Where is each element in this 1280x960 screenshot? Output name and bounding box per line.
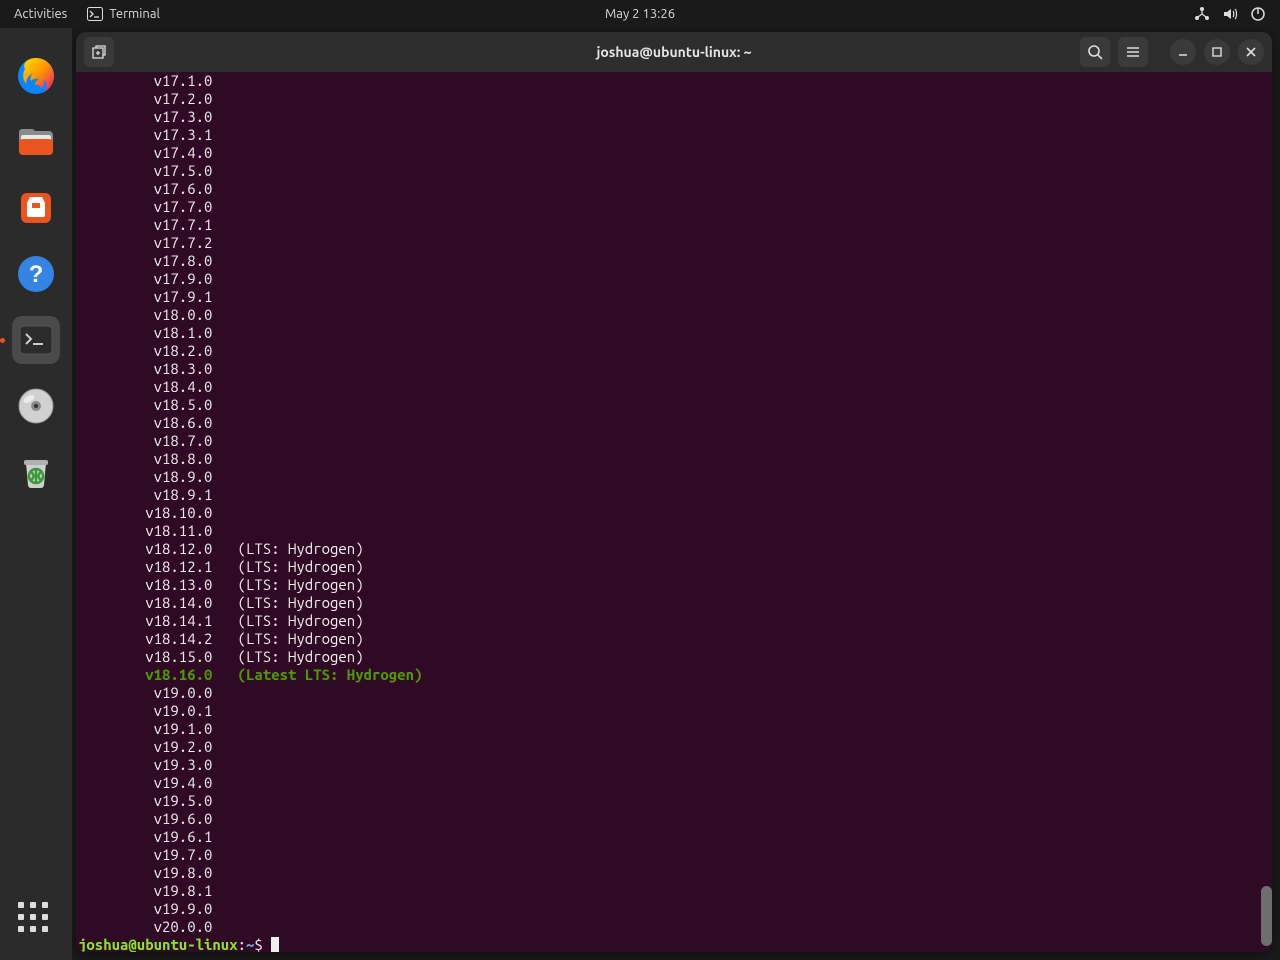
terminal-line: v18.0.0 [78, 306, 1270, 324]
terminal-line: v17.3.1 [78, 126, 1270, 144]
network-icon[interactable] [1194, 6, 1210, 22]
terminal-line: v17.9.0 [78, 270, 1270, 288]
current-app-menu[interactable]: Terminal [87, 6, 160, 22]
terminal-line: v17.3.0 [78, 108, 1270, 126]
terminal-line: v18.14.0 (LTS: Hydrogen) [78, 594, 1270, 612]
terminal-line: v19.6.1 [78, 828, 1270, 846]
terminal-line: v17.7.0 [78, 198, 1270, 216]
dock-terminal[interactable] [12, 316, 60, 364]
terminal-viewport[interactable]: v17.1.0 v17.2.0 v17.3.0 v17.3.1 v17.4.0 … [76, 72, 1272, 952]
terminal-line: v18.14.1 (LTS: Hydrogen) [78, 612, 1270, 630]
search-button[interactable] [1080, 37, 1110, 67]
terminal-line: v18.9.1 [78, 486, 1270, 504]
dock-firefox[interactable] [12, 52, 60, 100]
terminal-line: v18.15.0 (LTS: Hydrogen) [78, 648, 1270, 666]
terminal-line: v17.9.1 [78, 288, 1270, 306]
scrollbar-thumb[interactable] [1261, 886, 1272, 946]
terminal-line: v18.11.0 [78, 522, 1270, 540]
dock-trash[interactable] [12, 448, 60, 496]
terminal-line: v17.4.0 [78, 144, 1270, 162]
dock: ? [0, 28, 72, 960]
window-titlebar: joshua@ubuntu-linux: ~ [76, 32, 1272, 72]
minimize-button[interactable] [1170, 39, 1196, 65]
terminal-line: v19.8.0 [78, 864, 1270, 882]
terminal-line: v18.13.0 (LTS: Hydrogen) [78, 576, 1270, 594]
terminal-line: v17.6.0 [78, 180, 1270, 198]
terminal-line: v19.0.1 [78, 702, 1270, 720]
terminal-line: v17.2.0 [78, 90, 1270, 108]
terminal-line: v19.9.0 [78, 900, 1270, 918]
terminal-line: v20.0.0 [78, 918, 1270, 936]
terminal-line: v18.12.1 (LTS: Hydrogen) [78, 558, 1270, 576]
terminal-line: v18.4.0 [78, 378, 1270, 396]
terminal-line: v17.7.1 [78, 216, 1270, 234]
terminal-line: v18.6.0 [78, 414, 1270, 432]
terminal-scrollbar[interactable] [1260, 72, 1272, 949]
terminal-line: v18.7.0 [78, 432, 1270, 450]
show-applications-button[interactable] [18, 902, 54, 938]
terminal-line: v19.0.0 [78, 684, 1270, 702]
terminal-line: v18.10.0 [78, 504, 1270, 522]
terminal-line: v19.4.0 [78, 774, 1270, 792]
terminal-line: v19.6.0 [78, 810, 1270, 828]
activities-button[interactable]: Activities [14, 7, 67, 21]
top-panel: Activities Terminal May 2 13:26 [0, 0, 1280, 28]
terminal-prompt[interactable]: joshua@ubuntu-linux:~$ [78, 936, 1270, 952]
terminal-line: v19.1.0 [78, 720, 1270, 738]
terminal-line: v19.5.0 [78, 792, 1270, 810]
terminal-line: v17.7.2 [78, 234, 1270, 252]
maximize-button[interactable] [1204, 39, 1230, 65]
dock-disc[interactable] [12, 382, 60, 430]
terminal-indicator-icon [87, 6, 103, 22]
terminal-line: v17.1.0 [78, 72, 1270, 90]
dock-help[interactable]: ? [12, 250, 60, 298]
terminal-line: v18.16.0 (Latest LTS: Hydrogen) [78, 666, 1270, 684]
dock-files[interactable] [12, 118, 60, 166]
terminal-line: v19.7.0 [78, 846, 1270, 864]
current-app-label: Terminal [109, 7, 160, 21]
terminal-line: v18.1.0 [78, 324, 1270, 342]
terminal-line: v18.9.0 [78, 468, 1270, 486]
terminal-window: joshua@ubuntu-linux: ~ v17.1.0 v17.2.0 [76, 32, 1272, 952]
volume-icon[interactable] [1222, 6, 1238, 22]
window-title: joshua@ubuntu-linux: ~ [596, 44, 751, 60]
terminal-line: v18.3.0 [78, 360, 1270, 378]
clock[interactable]: May 2 13:26 [605, 7, 675, 21]
terminal-line: v17.5.0 [78, 162, 1270, 180]
terminal-line: v17.8.0 [78, 252, 1270, 270]
power-icon[interactable] [1250, 6, 1266, 22]
terminal-line: v18.2.0 [78, 342, 1270, 360]
terminal-line: v18.8.0 [78, 450, 1270, 468]
new-tab-button[interactable] [84, 37, 114, 67]
terminal-line: v18.12.0 (LTS: Hydrogen) [78, 540, 1270, 558]
hamburger-menu-button[interactable] [1118, 37, 1148, 67]
terminal-line: v19.3.0 [78, 756, 1270, 774]
svg-text:?: ? [29, 261, 44, 288]
terminal-line: v18.14.2 (LTS: Hydrogen) [78, 630, 1270, 648]
dock-software[interactable] [12, 184, 60, 232]
close-button[interactable] [1238, 39, 1264, 65]
terminal-line: v18.5.0 [78, 396, 1270, 414]
terminal-line: v19.8.1 [78, 882, 1270, 900]
terminal-line: v19.2.0 [78, 738, 1270, 756]
